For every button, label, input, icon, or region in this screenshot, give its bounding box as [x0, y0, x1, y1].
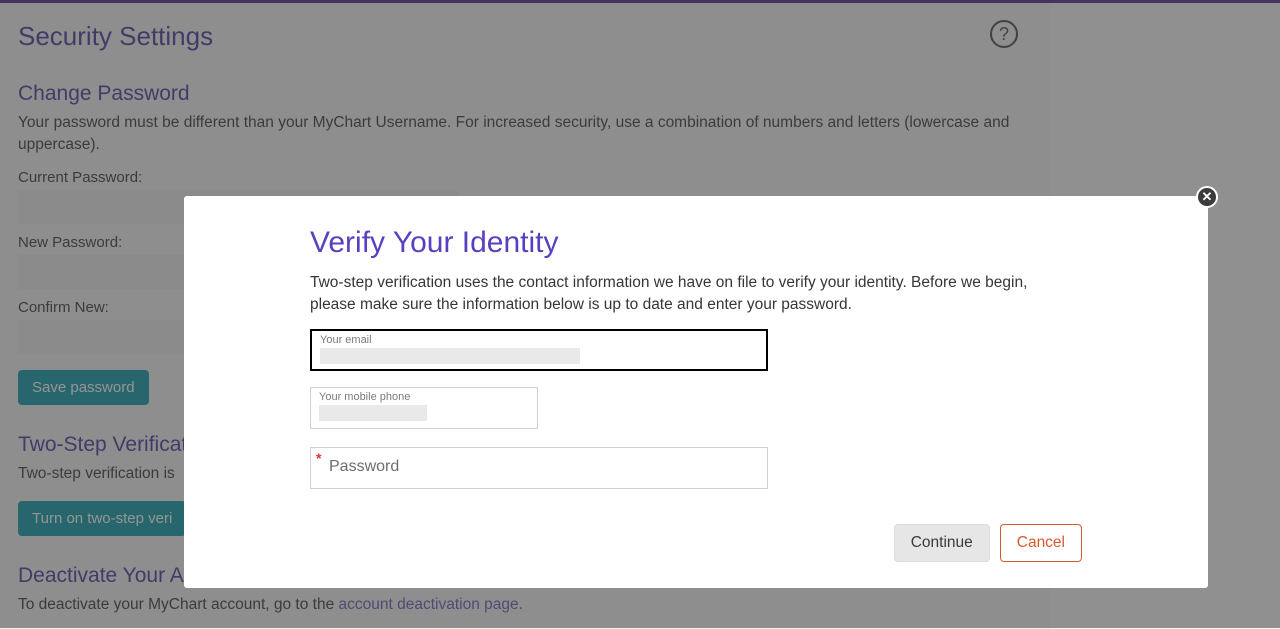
cancel-button[interactable]: Cancel	[1000, 524, 1082, 562]
continue-button[interactable]: Continue	[894, 524, 990, 562]
verify-identity-modal: ✕ Verify Your Identity Two-step verifica…	[184, 196, 1208, 588]
email-value-redacted	[320, 348, 580, 364]
phone-value-redacted	[319, 405, 427, 421]
email-label: Your email	[320, 335, 758, 346]
email-field[interactable]: Your email	[310, 329, 768, 371]
password-field[interactable]: * Password	[310, 447, 768, 489]
modal-close-button[interactable]: ✕	[1196, 186, 1218, 208]
close-icon: ✕	[1202, 189, 1213, 205]
phone-label: Your mobile phone	[319, 392, 529, 403]
phone-field[interactable]: Your mobile phone	[310, 387, 538, 429]
modal-title: Verify Your Identity	[310, 226, 1082, 260]
modal-actions: Continue Cancel	[894, 524, 1082, 562]
modal-desc: Two-step verification uses the contact i…	[310, 272, 1070, 315]
